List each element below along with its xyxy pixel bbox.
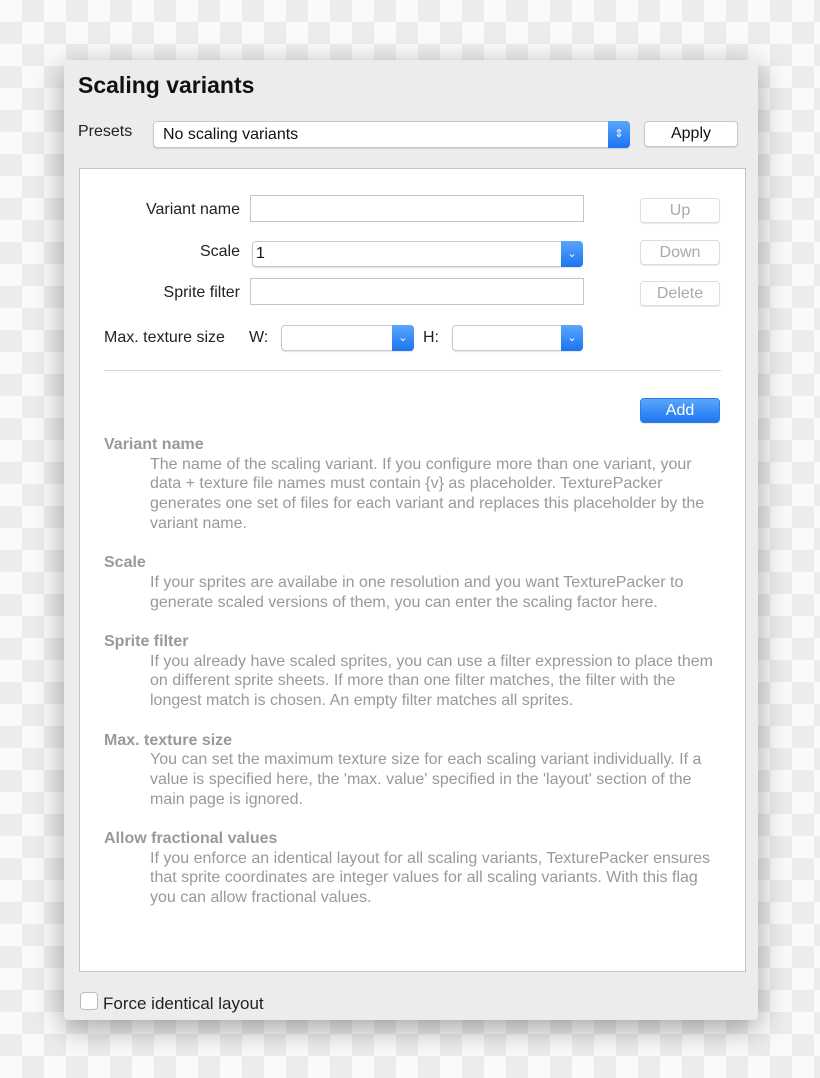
- help-title: Scale: [104, 554, 146, 572]
- scale-label: Scale: [199, 243, 240, 260]
- scale-value: 1: [256, 245, 265, 262]
- help-title: Allow fractional values: [104, 830, 278, 847]
- apply-button[interactable]: Apply: [644, 121, 738, 147]
- chevron-down-icon: ⌄: [392, 325, 414, 351]
- help-title: Sprite filter: [104, 633, 189, 650]
- variant-name-label: Variant name: [146, 201, 240, 218]
- delete-button[interactable]: Delete: [640, 281, 720, 306]
- down-button[interactable]: Down: [640, 240, 720, 265]
- up-button[interactable]: Up: [640, 198, 720, 223]
- help-body: If your sprites are availabe in one reso…: [150, 573, 684, 611]
- divider: [104, 370, 721, 371]
- help-title: Max. texture size: [104, 731, 233, 749]
- up-down-chevron-icon: ⇕: [608, 121, 630, 148]
- variant-name-input[interactable]: [250, 195, 584, 222]
- height-label: H:: [423, 329, 439, 346]
- dialog-title: Scaling variants: [78, 72, 255, 98]
- chevron-down-icon: ⌄: [561, 241, 583, 267]
- max-height-combobox[interactable]: ⌄: [452, 325, 583, 351]
- chevron-down-icon: ⌄: [561, 325, 583, 351]
- help-body: If you enforce an identical layout for a…: [150, 849, 710, 907]
- presets-select[interactable]: No scaling variants ⇕: [153, 121, 630, 148]
- presets-label: Presets: [78, 123, 133, 140]
- help-text: Variant name The name of the scaling vari…: [104, 435, 724, 928]
- scaling-variants-dialog: Scaling variants Presets No scaling vari…: [64, 60, 758, 1020]
- sprite-filter-label: Sprite filter: [163, 284, 240, 301]
- help-body: The name of the scaling variant. If you …: [150, 455, 705, 532]
- width-label: W:: [249, 329, 269, 346]
- max-texture-size-label: Max. texture size: [104, 329, 225, 346]
- variant-panel: Variant name Scale 1 ⌄ Sprite filter Max…: [79, 168, 746, 972]
- sprite-filter-input[interactable]: [250, 278, 584, 305]
- help-body: If you already have scaled sprites, you …: [150, 652, 713, 710]
- force-identical-layout-label[interactable]: Force identical layout: [103, 994, 264, 1014]
- presets-value: No scaling variants: [163, 125, 299, 143]
- help-body: You can set the maximum texture size for…: [150, 751, 702, 808]
- add-button[interactable]: Add: [640, 398, 720, 423]
- scale-combobox[interactable]: 1 ⌄: [252, 241, 583, 267]
- max-width-combobox[interactable]: ⌄: [281, 325, 414, 351]
- force-identical-layout-checkbox[interactable]: [80, 992, 98, 1010]
- help-title: Variant name: [104, 436, 204, 453]
